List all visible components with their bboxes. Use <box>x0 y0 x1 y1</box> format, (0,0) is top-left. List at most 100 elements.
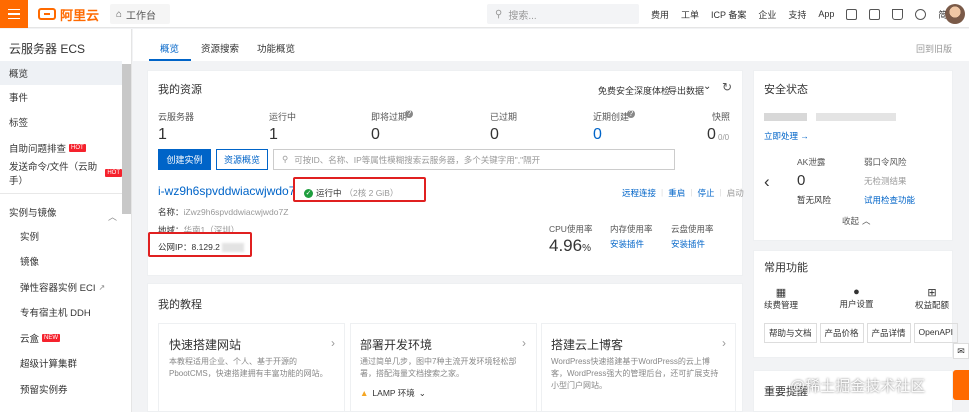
support-icon[interactable] <box>953 370 969 400</box>
stat-value-expired[interactable]: 0 <box>490 126 499 144</box>
sidebar-item-ddh[interactable]: 专有宿主机 DDH <box>0 300 122 324</box>
feedback-icon[interactable]: ✉ <box>953 343 969 359</box>
sidebar-group-instances-images[interactable]: 实例与镜像 <box>0 200 122 224</box>
sidebar-item-tags[interactable]: 标签 <box>0 110 122 134</box>
top-nav: 费用 工单 ICP 备案 企业 支持 App 简体 <box>651 0 968 28</box>
stat-label-recent: 近期创建 <box>593 112 630 122</box>
create-instance-button[interactable]: 创建实例 <box>158 149 211 170</box>
chevron-left-icon[interactable]: ‹ <box>764 172 770 192</box>
memory-usage-label: 内存使用率 <box>610 224 653 234</box>
sidebar-scrollbar[interactable] <box>122 64 131 214</box>
restart-link[interactable]: 重启 <box>668 187 685 199</box>
help-icon[interactable]: ? <box>405 110 413 118</box>
stat-value-recent[interactable]: 0 <box>593 126 602 144</box>
stat-value-snapshots[interactable]: 0 <box>707 126 716 144</box>
help-icon[interactable] <box>915 8 927 20</box>
sidebar-item-reserved[interactable]: 预留实例券 <box>0 377 122 401</box>
highlight-status-box <box>293 177 426 202</box>
cpu-usage-label: CPU使用率 <box>549 224 593 234</box>
sidebar-item-cloudbox[interactable]: 云盒 NEW <box>0 326 122 350</box>
renewal-management-item[interactable]: ▦ 续费管理 <box>764 286 798 311</box>
sidebar-item-instances[interactable]: 实例 <box>0 224 122 248</box>
nav-icp[interactable]: ICP 备案 <box>711 8 746 21</box>
search-icon: ⚲ <box>282 154 289 164</box>
stat-value-servers[interactable]: 1 <box>158 126 167 144</box>
sidebar-item-images[interactable]: 镜像 <box>0 249 122 273</box>
remote-connect-link[interactable]: 远程连接 <box>622 187 656 199</box>
avatar[interactable] <box>945 4 965 24</box>
tab-feature-overview[interactable]: 功能概览 <box>257 41 295 55</box>
nav-app[interactable]: App <box>818 9 834 19</box>
start-link: 启动 <box>726 188 744 198</box>
collapse-toggle[interactable]: 收起 ︿ <box>842 215 871 227</box>
sidebar-divider <box>0 193 122 194</box>
pricing-link[interactable]: 产品价格 <box>819 323 864 343</box>
hot-badge: HOT <box>69 144 86 152</box>
instance-ops: 远程连接 | 重启 | 停止 | 启动 <box>622 187 744 199</box>
redacted-block <box>764 113 807 121</box>
chevron-up-icon[interactable]: ︿ <box>108 210 117 223</box>
menu-icon[interactable] <box>0 0 28 28</box>
instance-filter-input[interactable]: ⚲ 可按ID、名称、IP等属性模糊搜索云服务器，多个关键字用","隔开 <box>273 149 675 170</box>
back-to-old-link[interactable]: 回到旧版 <box>916 42 952 55</box>
product-details-link[interactable]: 产品详情 <box>866 323 911 343</box>
ak-leak-label: AK泄露 <box>797 157 826 167</box>
help-icon[interactable]: ? <box>627 110 635 118</box>
tab-resource-search[interactable]: 资源搜索 <box>201 41 239 55</box>
tab-overview[interactable]: 概览 <box>160 41 179 55</box>
stat-label-expired: 已过期 <box>490 112 518 122</box>
env-selector[interactable]: ▲ LAMP 环境 ⌄ <box>360 387 426 399</box>
stat-value-expiring[interactable]: 0 <box>371 126 380 144</box>
nav-fee[interactable]: 费用 <box>651 8 669 21</box>
terminal-icon[interactable] <box>846 8 858 20</box>
redacted-block <box>816 113 896 121</box>
chevron-right-icon: › <box>722 336 726 350</box>
memory-install-plugin-link[interactable]: 安装插件 <box>610 238 644 250</box>
stat-value-running[interactable]: 1 <box>269 126 278 144</box>
sidebar-item-events[interactable]: 事件 <box>0 85 122 109</box>
trial-check-link[interactable]: 试用检查功能 <box>864 194 915 206</box>
sidebar-item-cloud-assistant[interactable]: 发送命令/文件（云助手） HOT <box>0 161 122 187</box>
quota-item[interactable]: ⊞ 权益配额 <box>915 286 949 311</box>
search-icon: ⚲ <box>495 8 503 20</box>
nav-enterprise[interactable]: 企业 <box>758 8 776 21</box>
resource-overview-button[interactable]: 资源概览 <box>216 149 268 170</box>
weak-password-label: 弱口令风险 <box>864 157 907 167</box>
user-settings-item[interactable]: ● 用户设置 <box>839 286 873 311</box>
workbench-button[interactable]: ⌂ 工作台 <box>110 4 170 24</box>
stat-label-expiring: 即将过期 <box>371 112 408 122</box>
sidebar-item-eci[interactable]: 弹性容器实例 ECI ↗ <box>0 275 122 299</box>
stat-label-servers: 云服务器 <box>158 112 195 122</box>
disk-install-plugin-link[interactable]: 安装插件 <box>671 238 705 250</box>
export-data-button[interactable]: 导出数据 <box>668 84 704 97</box>
common-functions-grid: ▦ 续费管理 ● 用户设置 ⊞ 权益配额 <box>764 286 949 311</box>
external-link-icon: ↗ <box>98 282 106 292</box>
handle-now-link[interactable]: 立即处理 → <box>764 130 809 142</box>
tab-active-indicator <box>149 59 191 61</box>
sidebar-item-scc[interactable]: 超级计算集群 <box>0 351 122 375</box>
sidebar-item-overview[interactable]: 概览 <box>0 61 122 85</box>
security-title: 安全状态 <box>764 84 808 96</box>
aliyun-logo[interactable]: 阿里云 <box>38 6 99 23</box>
sidebar-item-troubleshoot[interactable]: 自助问题排查 HOT <box>0 136 122 160</box>
openapi-link[interactable]: OpenAPI <box>913 323 959 343</box>
nav-ticket[interactable]: 工单 <box>681 8 699 21</box>
search-input[interactable]: ⚲ 搜索... <box>487 4 639 24</box>
cpu-usage: 4.96% <box>549 236 591 255</box>
chevron-right-icon: › <box>331 336 335 350</box>
cart-icon[interactable] <box>892 8 904 20</box>
common-functions-title: 常用功能 <box>764 262 808 274</box>
tutorials-title: 我的教程 <box>158 299 202 311</box>
instance-id-link[interactable]: i-wz9h6spvddwiacwjwdo7 <box>158 184 295 198</box>
disk-usage-label: 云盘使用率 <box>671 224 714 234</box>
stop-link[interactable]: 停止 <box>697 187 714 199</box>
security-check-link[interactable]: 免费安全深度体检 <box>598 84 670 97</box>
ak-leak-value: 0 <box>797 172 806 189</box>
refresh-icon[interactable]: ↻ <box>722 80 732 94</box>
notification-icon[interactable] <box>869 8 881 20</box>
chevron-down-icon[interactable]: ⌄ <box>703 81 711 92</box>
nav-support[interactable]: 支持 <box>788 8 806 21</box>
help-docs-link[interactable]: 帮助与文档 <box>764 323 817 343</box>
cpu-usage-value: 4.96 <box>549 236 583 255</box>
tutorial-title: 搭建云上博客 <box>551 338 624 352</box>
